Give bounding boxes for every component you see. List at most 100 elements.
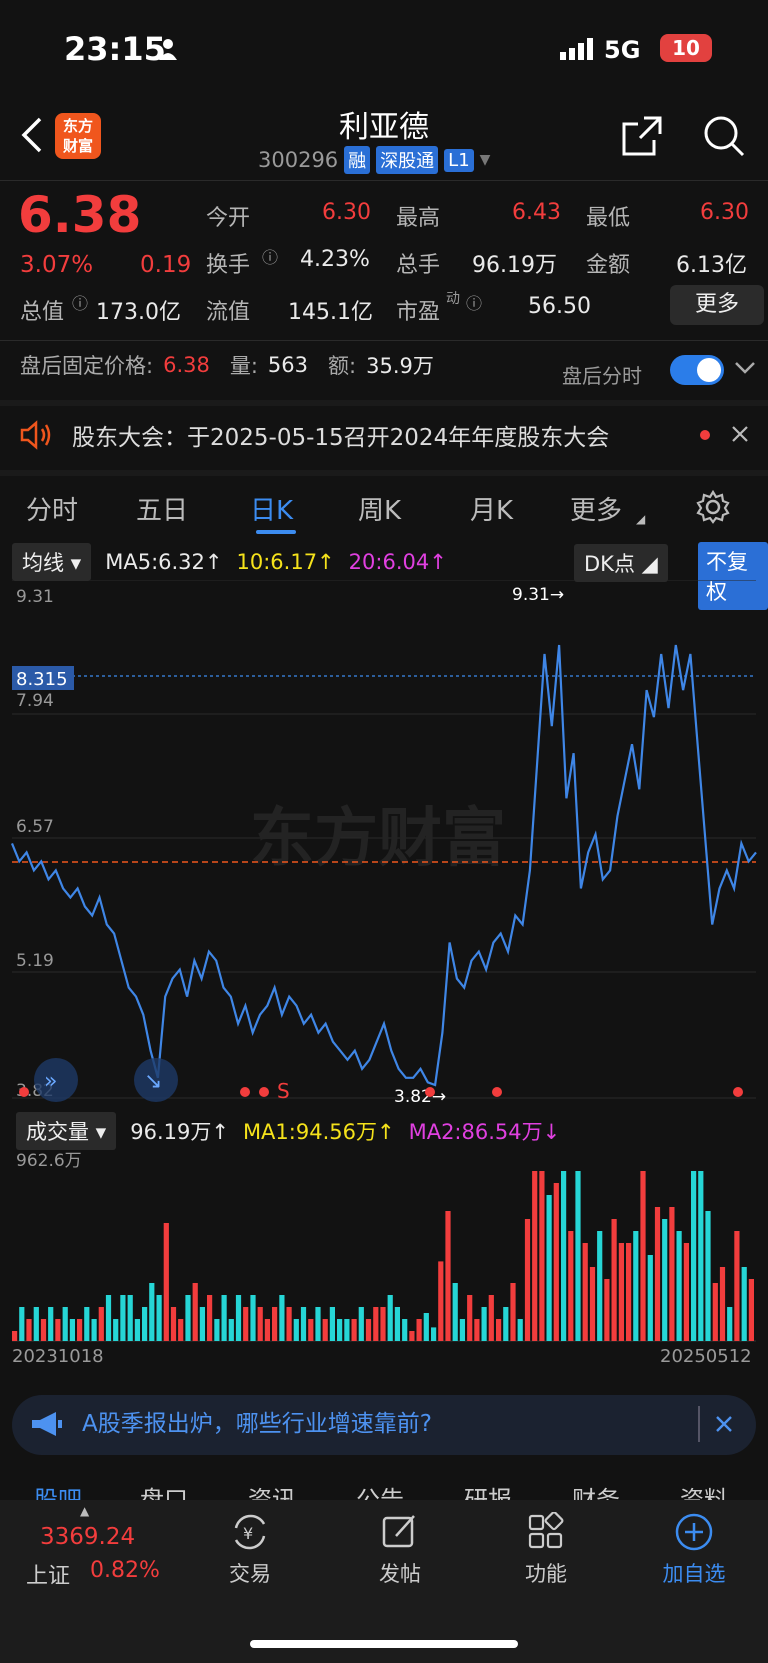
promo-text[interactable]: A股季报出炉，哪些行业增速靠前? [82,1404,432,1438]
volume-bar [553,1183,559,1341]
volume-bar [676,1231,682,1341]
volume-value: 96.19万 [472,253,557,278]
volume-bar [488,1295,494,1341]
index-value[interactable]: 3369.24 [40,1524,135,1550]
afterhours-toggle[interactable] [670,355,724,385]
open-value: 6.30 [322,200,371,225]
volume-bar [207,1295,213,1341]
date-end: 20250512 [660,1346,752,1367]
peek-tab[interactable]: 财务 [572,1480,620,1500]
afterhours-row: 盘后固定价格: 6.38 量: 563 额: 35.9万 [20,350,434,380]
tab-more[interactable]: 更多 [570,490,622,527]
tab-intraday[interactable]: 分时 [26,490,78,527]
index-name[interactable]: 上证 [26,1558,70,1590]
gear-icon[interactable] [696,489,730,528]
divider [698,1406,700,1442]
chart-header: 均线 ▾ MA5:6.32↑ 10:6.17↑ 20:6.04↑ [12,543,447,581]
y-label-3: 6.57 [16,817,54,837]
peek-tab[interactable]: 资讯 [248,1480,296,1500]
volume-bar [582,1243,588,1341]
volume-bar [26,1319,32,1341]
double-chevron-icon: » [44,1069,57,1094]
share-icon[interactable] [620,114,664,162]
tab-5day[interactable]: 五日 [136,490,188,527]
chevron-down-icon: ▼ [479,152,491,168]
volume-select[interactable]: 成交量 ▾ [16,1112,117,1150]
volume-bar [662,1219,668,1341]
divider [0,400,768,406]
bottom-tabs-peek: 股吧 盘口 资讯 公告 研报 财务 资料 [0,1476,768,1500]
kline-chart[interactable]: 东方财富 9.31 7.94 6.57 5.19 3.82 8.315 9.31… [0,580,768,1110]
volume-bar [243,1307,249,1341]
volume-label: 总手 [396,253,441,278]
add-watchlist-label[interactable]: 加自选 [634,1558,754,1588]
chevron-down-icon[interactable] [734,360,756,380]
stock-subline[interactable]: 300296 融 深股通 L1 ▼ [258,146,490,174]
index-pct[interactable]: 0.82% [90,1558,160,1583]
volume-bar [698,1171,704,1341]
volume-bar [69,1319,75,1341]
tag-level: L1 [444,148,474,172]
function-label[interactable]: 功能 [486,1558,606,1588]
compose-icon[interactable] [380,1512,420,1556]
volume-bar [373,1307,379,1341]
high-label: 最高 [396,206,441,231]
close-icon[interactable] [714,1414,734,1438]
pe-value: 56.50 [528,294,591,319]
close-icon[interactable] [730,424,750,448]
volume-bar [120,1295,126,1341]
afterhours-amt-label: 额: [328,354,357,378]
turnover-value: 4.23% [300,247,370,272]
notice-text[interactable]: 股东大会：于2025-05-15召开2024年年度股东大会 [72,418,609,452]
volume-bar [402,1319,408,1341]
volume-bar [40,1319,47,1341]
signal-dot [733,1087,743,1097]
tab-weekly-k[interactable]: 周K [358,490,401,527]
ma5-value: MA5:6.32↑ [105,550,223,574]
ma-select[interactable]: 均线 ▾ [12,543,92,581]
tab-monthly-k[interactable]: 月K [470,490,513,527]
volume-now: 96.19万↑ [130,1120,229,1144]
volume-bar [712,1283,718,1341]
dk-select[interactable]: DK点 ◢ [574,544,668,582]
volume-bar [524,1219,531,1341]
volume-bar [300,1307,307,1341]
volume-bar [654,1207,661,1341]
info-icon[interactable]: ⓘ [72,290,88,314]
volume-bar [496,1319,502,1341]
volume-bar [149,1283,155,1341]
add-watchlist-icon[interactable] [674,1512,714,1556]
search-icon[interactable] [702,114,746,162]
volume-bar [503,1307,509,1341]
afterhours-label: 盘后固定价格: [20,354,154,378]
volume-bar [748,1279,754,1341]
active-tab-indicator [256,530,296,534]
apps-icon[interactable] [526,1511,566,1556]
amount-label: 金额 [586,253,631,278]
pe-superscript: 动 [446,291,460,307]
post-label[interactable]: 发帖 [340,1558,460,1588]
volume-bar [597,1231,603,1341]
trade-label[interactable]: 交易 [190,1558,310,1588]
info-icon[interactable]: ⓘ [466,290,482,314]
volume-bar [178,1319,184,1341]
volume-bar [481,1307,487,1341]
date-start: 20231018 [12,1346,104,1367]
peek-tab[interactable]: 股吧 [34,1480,82,1500]
tab-daily-k[interactable]: 日K [250,490,293,527]
volume-bar [257,1307,263,1341]
peek-tab[interactable]: 研报 [464,1480,512,1500]
ma-select-label: 均线 [22,551,64,575]
volume-bar [416,1319,422,1341]
peek-tab[interactable]: 盘口 [140,1480,188,1500]
volume-bar [62,1307,68,1341]
more-button[interactable]: 更多 [670,285,764,325]
signal-dot [425,1087,435,1097]
signal-icon [560,38,596,64]
trade-icon[interactable]: ¥ [230,1512,270,1556]
peek-tab[interactable]: 公告 [356,1480,404,1500]
peek-tab[interactable]: 资料 [680,1480,728,1500]
afterhours-vol: 563 [267,353,309,377]
info-icon[interactable]: ⓘ [262,244,278,268]
volume-bar [19,1307,25,1341]
